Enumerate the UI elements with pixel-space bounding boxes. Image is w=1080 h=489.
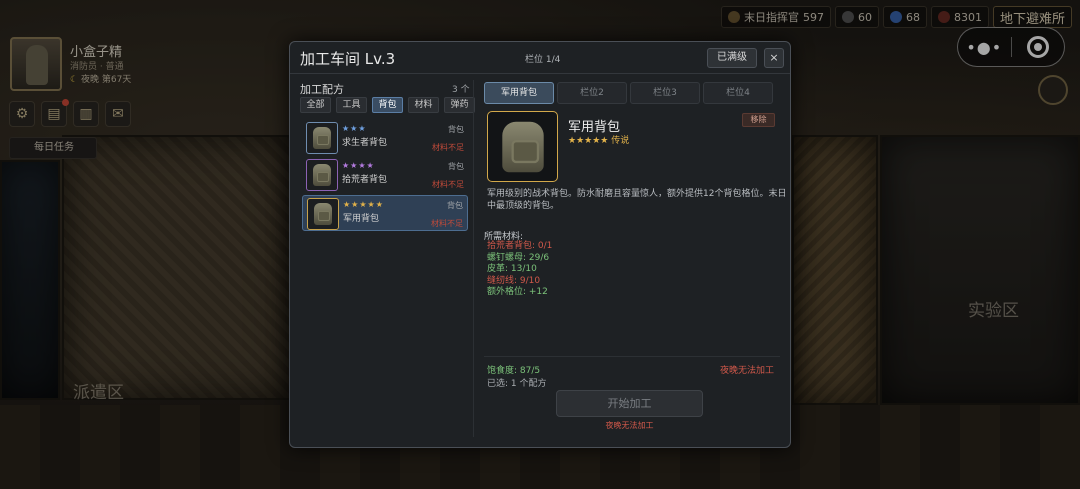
material-row: 缝纫线: 9/10 bbox=[487, 275, 541, 286]
slot-tab-3[interactable]: 栏位3 bbox=[630, 82, 700, 104]
chosen-count: 已选: 1 个配方 bbox=[487, 379, 547, 389]
recipes-title: 加工配方 bbox=[300, 83, 344, 96]
slot-tab-1[interactable]: 军用背包 bbox=[484, 82, 554, 104]
start-crafting-button[interactable]: 开始加工 bbox=[556, 390, 703, 417]
modal-title: 加工车间 Lv.3 bbox=[300, 50, 396, 68]
item-description: 军用级别的战术背包。防水耐磨且容量惊人，额外提供12个背包格位。末日中最顶级的背… bbox=[487, 189, 787, 211]
selected-item-rarity: ★★★★★ 传说 bbox=[568, 136, 630, 146]
slot-tab-2[interactable]: 栏位2 bbox=[557, 82, 627, 104]
slot-tabs: 军用背包 栏位2 栏位3 栏位4 bbox=[484, 82, 773, 104]
recipe-category: 背包 bbox=[448, 162, 464, 171]
filter-materials[interactable]: 材料 bbox=[408, 97, 439, 113]
footer-divider bbox=[484, 356, 780, 357]
slot-tab-4[interactable]: 栏位4 bbox=[703, 82, 773, 104]
recipe-category: 背包 bbox=[448, 125, 464, 134]
recipe-stars: ★★★★★ bbox=[343, 200, 384, 209]
modal-header: 加工车间 Lv.3 栏位 1/4 已满级 × bbox=[290, 42, 790, 74]
filter-backpack[interactable]: 背包 bbox=[372, 97, 403, 113]
recipes-count: 3 个 bbox=[452, 85, 470, 95]
material-row: 螺钉螺母: 29/6 bbox=[487, 252, 550, 263]
start-warning: 夜晚无法加工 bbox=[605, 421, 654, 430]
selected-item-image bbox=[487, 111, 558, 182]
backpack-icon bbox=[501, 121, 544, 172]
filter-all[interactable]: 全部 bbox=[300, 97, 331, 113]
workshop-modal: 加工车间 Lv.3 栏位 1/4 已满级 × 加工配方 3 个 全部 工具 背包… bbox=[289, 41, 791, 448]
recipe-name: 军用背包 bbox=[343, 214, 380, 224]
material-row: 拾荒者背包: 0/1 bbox=[487, 241, 553, 251]
recipe-item[interactable]: ★★★★ 拾荒者背包 背包 材料不足 bbox=[302, 157, 468, 193]
recipe-name: 拾荒者背包 bbox=[342, 175, 388, 185]
materials-list: 拾荒者背包: 0/1 螺钉螺母: 29/6 皮革: 13/10 缝纫线: 9/1… bbox=[487, 241, 552, 299]
recipe-filter-tabs: 全部 工具 背包 材料 弹药 bbox=[300, 97, 475, 113]
close-button[interactable]: × bbox=[764, 48, 784, 68]
max-level-button[interactable]: 已满级 bbox=[707, 48, 757, 68]
recipe-item[interactable]: ★★★ 求生者背包 背包 材料不足 bbox=[302, 120, 468, 156]
recipe-status: 材料不足 bbox=[431, 219, 463, 228]
filter-tools[interactable]: 工具 bbox=[336, 97, 367, 113]
backpack-icon bbox=[306, 122, 338, 154]
night-warning: 夜晚无法加工 bbox=[719, 366, 774, 376]
recipe-name: 求生者背包 bbox=[342, 138, 388, 148]
material-row: 皮革: 13/10 bbox=[487, 264, 537, 274]
slot-count: 栏位 1/4 bbox=[525, 55, 561, 65]
recipe-category: 背包 bbox=[447, 201, 463, 210]
backpack-icon bbox=[307, 198, 339, 230]
recipe-item-selected[interactable]: ★★★★★ 军用背包 背包 材料不足 bbox=[302, 195, 468, 231]
recipe-stars: ★★★★ bbox=[342, 161, 375, 170]
recipe-stars: ★★★ bbox=[342, 124, 367, 133]
satiety-status: 饱食度: 87/5 bbox=[487, 366, 541, 376]
filter-ammo[interactable]: 弹药 bbox=[444, 97, 475, 113]
material-row: 额外格位: +12 bbox=[487, 287, 548, 297]
recipe-status: 材料不足 bbox=[432, 180, 464, 189]
remove-button[interactable]: 移除 bbox=[742, 113, 775, 127]
panel-divider bbox=[473, 80, 474, 437]
recipe-status: 材料不足 bbox=[432, 143, 464, 152]
backpack-icon bbox=[306, 159, 338, 191]
